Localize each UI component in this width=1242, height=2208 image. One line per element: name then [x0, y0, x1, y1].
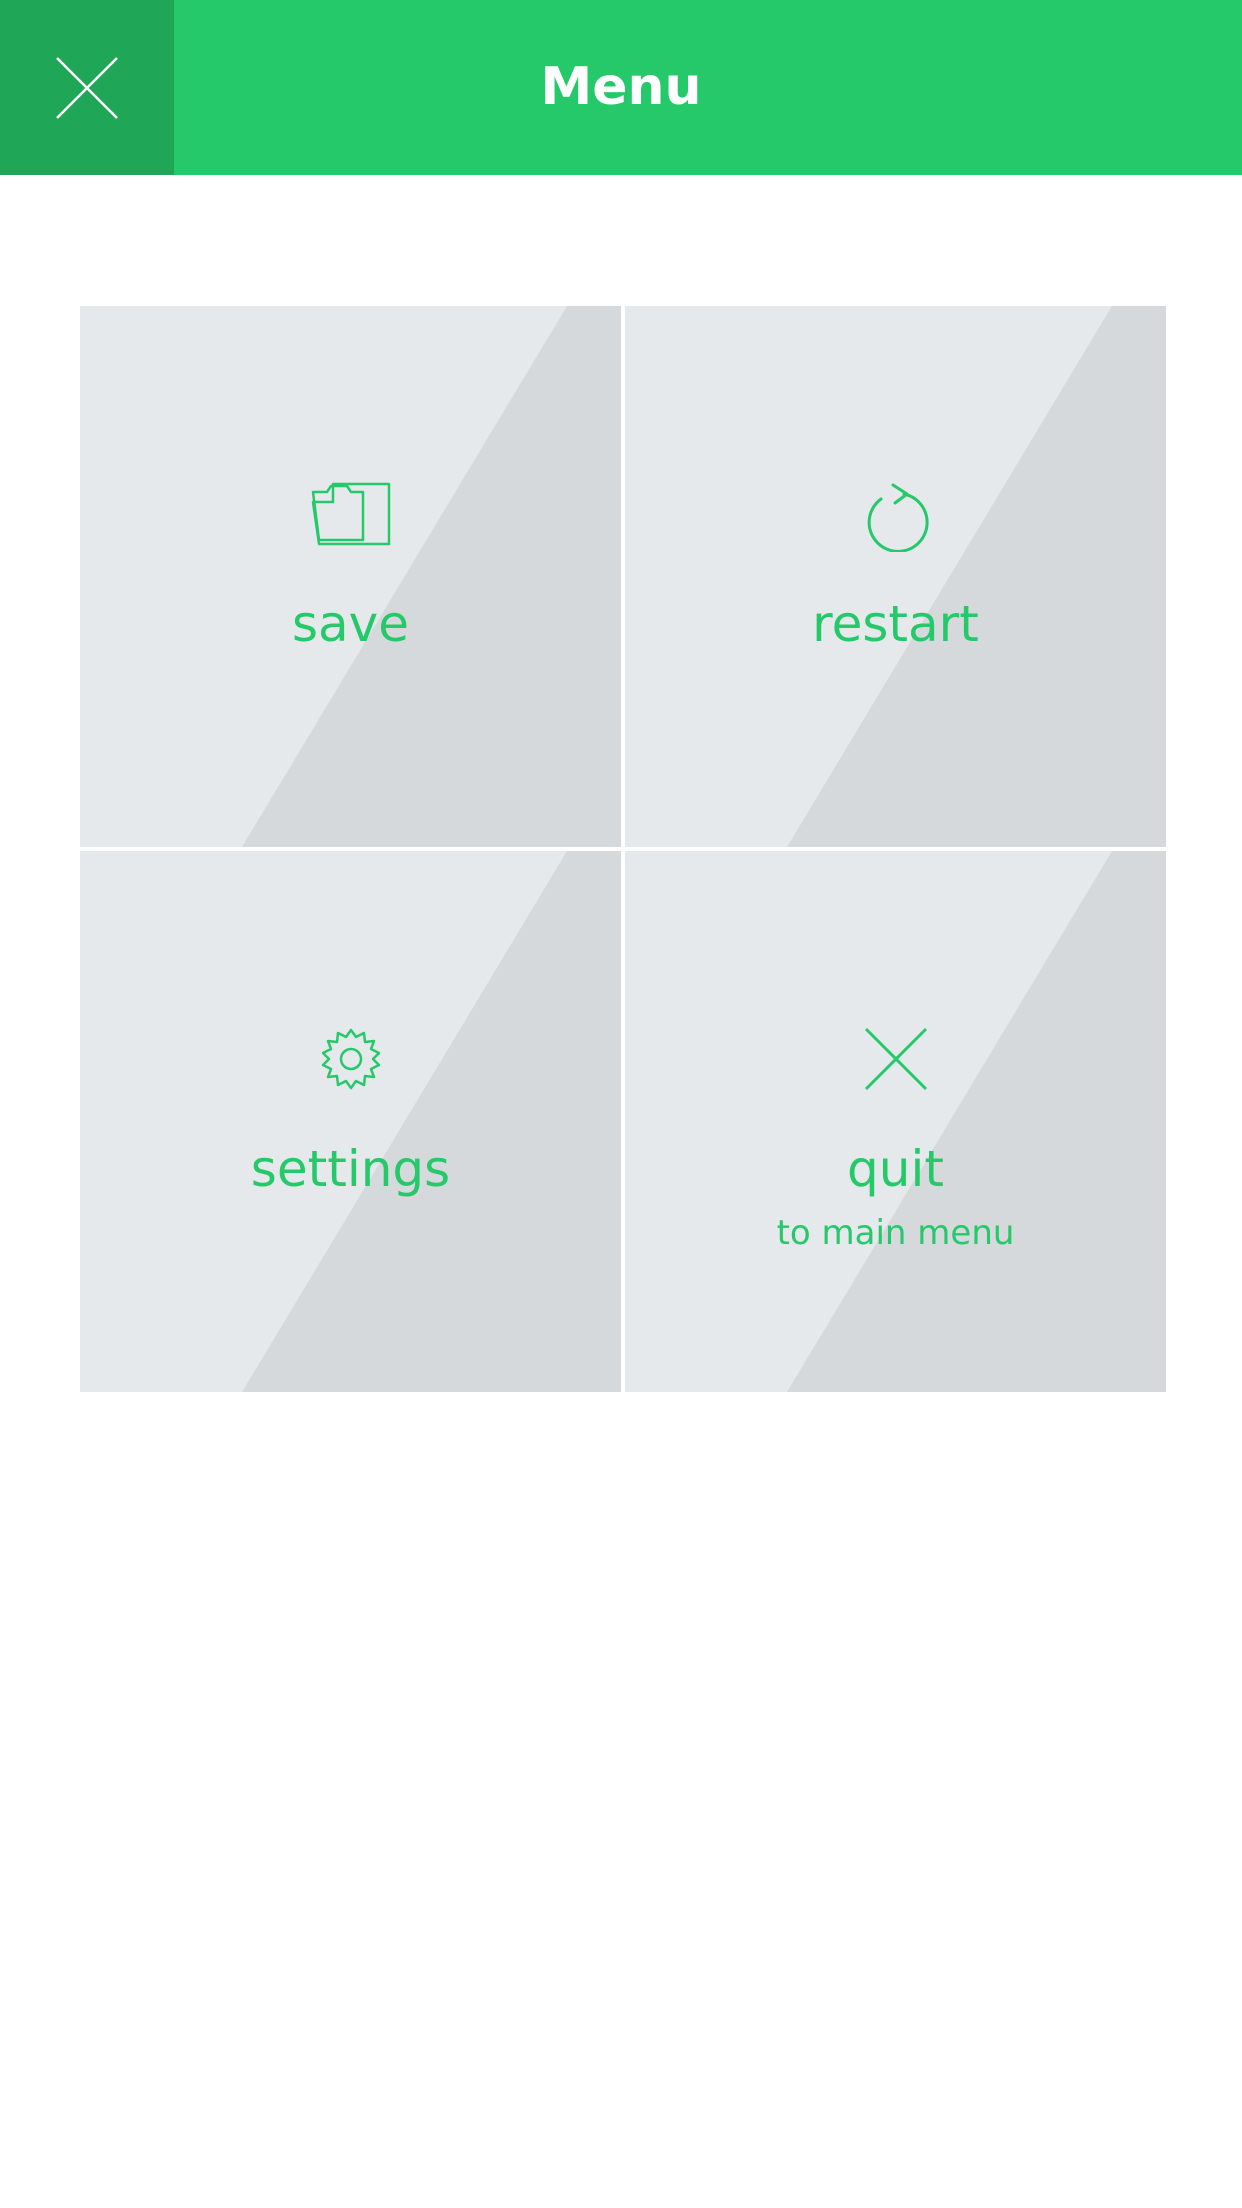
restart-button[interactable]: restart: [625, 306, 1166, 847]
settings-label: settings: [250, 1140, 451, 1198]
page-title: Menu: [540, 57, 702, 117]
settings-button[interactable]: settings: [80, 851, 621, 1392]
quit-button[interactable]: quit to main menu: [625, 851, 1166, 1392]
close-menu-button[interactable]: [0, 0, 174, 175]
quit-label: quit: [847, 1140, 944, 1198]
restart-label: restart: [812, 595, 979, 653]
save-label: save: [291, 595, 410, 653]
gear-icon: [321, 1028, 380, 1090]
restart-icon: [867, 483, 929, 552]
menu-grid: save restart settings quit to main menu: [80, 306, 1166, 1392]
folder-icon: [311, 482, 390, 546]
save-button[interactable]: save: [80, 306, 621, 847]
quit-sublabel: to main menu: [776, 1213, 1015, 1253]
close-icon: [56, 56, 118, 119]
close-icon: [864, 1027, 927, 1091]
header-bar: Menu: [0, 0, 1242, 175]
